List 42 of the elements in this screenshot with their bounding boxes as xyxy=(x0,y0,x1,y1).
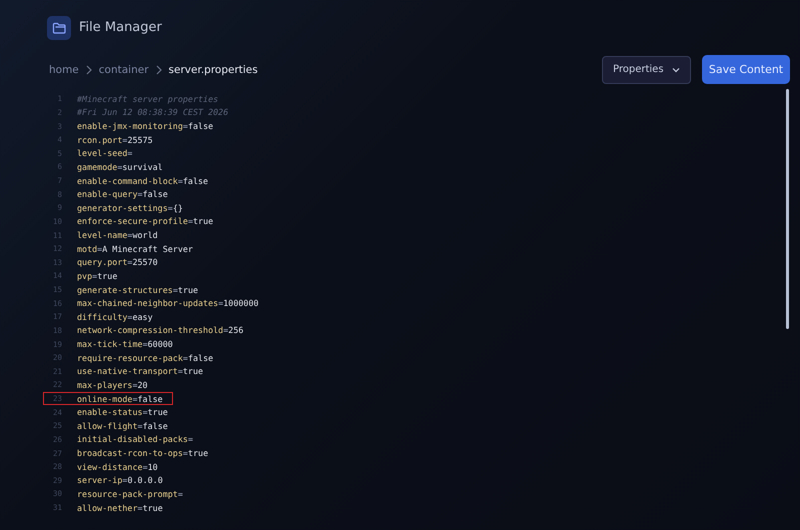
code-line: view-distance=10 xyxy=(77,462,158,472)
code-line: level-name=world xyxy=(77,230,158,240)
code-line: query.port=25570 xyxy=(77,257,158,268)
format-dropdown[interactable]: Properties xyxy=(602,56,691,84)
code-line: require-resource-pack=false xyxy=(77,352,214,363)
code-line: network-compression-threshold=256 xyxy=(77,325,244,336)
code-line: gamemode=survival xyxy=(77,162,163,172)
code-line: enable-status=true xyxy=(77,407,168,418)
folder-icon xyxy=(47,16,71,40)
code-line: allow-flight=false xyxy=(77,420,168,431)
code-line: server-ip=0.0.0.0 xyxy=(77,475,163,486)
code-line: max-chained-neighbor-updates=1000000 xyxy=(77,298,259,308)
code-line: enable-jmx-monitoring=false xyxy=(77,121,214,132)
app-title: File Manager xyxy=(79,20,162,35)
code-line: #Minecraft server properties xyxy=(77,94,218,104)
code-line: enable-command-block=false xyxy=(77,176,208,186)
code-line: max-players=20 xyxy=(77,380,148,390)
breadcrumb-link[interactable]: home xyxy=(49,64,79,76)
code-line: #Fri Jun 12 08:38:39 CEST 2026 xyxy=(77,107,228,118)
chevron-right-icon xyxy=(154,64,163,74)
save-button[interactable]: Save Content xyxy=(702,55,790,84)
breadcrumb-link[interactable]: server.properties xyxy=(168,64,258,76)
code-line: resource-pack-prompt= xyxy=(77,488,183,499)
code-line: pvp=true xyxy=(77,270,118,281)
code-line: generate-structures=true xyxy=(77,284,198,295)
scrollbar[interactable] xyxy=(786,89,789,329)
code-line: difficulty=easy xyxy=(77,312,153,322)
code-line: max-tick-time=60000 xyxy=(77,339,173,350)
code-line: level-seed= xyxy=(77,148,132,158)
code-line: rcon.port=25575 xyxy=(77,134,153,145)
code-line: enable-query=false xyxy=(77,189,168,200)
code-line: online-mode=false xyxy=(77,394,163,404)
code-line: enforce-secure-profile=true xyxy=(77,216,214,226)
code-line: broadcast-rcon-to-ops=true xyxy=(77,448,208,458)
chevron-down-icon xyxy=(672,66,680,72)
code-line: use-native-transport=true xyxy=(77,366,204,376)
breadcrumb-link[interactable]: container xyxy=(98,64,149,76)
code-line: generator-settings={} xyxy=(77,202,183,213)
code-line: allow-nether=true xyxy=(77,502,163,513)
chevron-right-icon xyxy=(84,64,93,74)
code-line: initial-disabled-packs= xyxy=(77,434,193,444)
code-line: motd=A Minecraft Server xyxy=(77,244,193,254)
